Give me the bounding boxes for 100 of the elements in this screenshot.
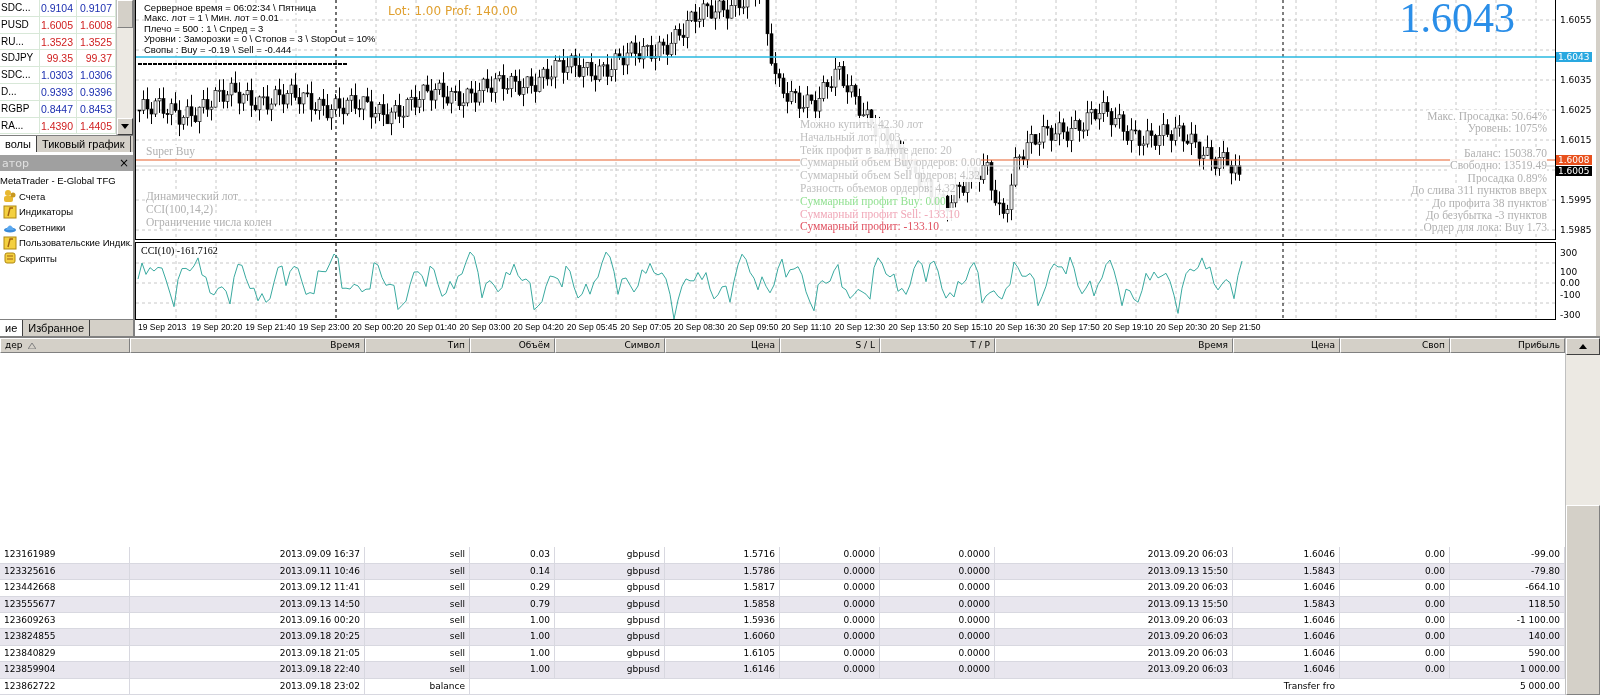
price-tag: 1.6005 [1556, 166, 1592, 176]
table-cell: 2013.09.20 06:03 [995, 580, 1233, 596]
table-cell: sell [365, 596, 470, 613]
bid-cell: 1.3523 [40, 33, 77, 50]
table-cell: 0.03 [470, 547, 555, 563]
time-label: 19 Sep 2013 [138, 321, 188, 334]
tab[interactable]: волы [0, 136, 37, 152]
table-cell: 123442668 [0, 580, 130, 596]
column-header[interactable]: Тип [365, 338, 470, 353]
table-cell: 2013.09.20 06:03 [995, 613, 1233, 629]
table-cell: 123824855 [0, 629, 130, 645]
tree-item[interactable]: Советники [19, 221, 66, 233]
table-cell: 0.00 [1340, 596, 1450, 613]
column-header[interactable]: Цена [665, 338, 780, 353]
time-label: 20 Sep 07:05 [620, 321, 672, 334]
table-cell-text: Transfer fro [1282, 679, 1336, 693]
table-cell: 1.6046 [1233, 662, 1340, 678]
tree-item[interactable]: Скрипты [19, 252, 57, 264]
tree-item[interactable]: Пользовательские Индик. [19, 237, 133, 249]
time-label: 20 Sep 04:20 [513, 321, 565, 334]
symbol-cell[interactable]: RGBP [0, 100, 40, 117]
table-cell: gbpusd [555, 596, 665, 613]
time-label: 20 Sep 16:30 [995, 321, 1048, 334]
table-cell: 1.5858 [665, 596, 780, 613]
info-text: Макс. лот = 1 \ Мин. лот = 0.01 [144, 13, 279, 24]
tree-item[interactable]: Индикаторы [19, 206, 73, 218]
column-header[interactable]: Своп [1340, 338, 1450, 353]
symbol-cell[interactable]: D... [0, 84, 40, 100]
column-header[interactable]: дер [0, 338, 130, 353]
table-cell: 0.0000 [880, 580, 995, 596]
table-cell: 1.6105 [665, 645, 780, 662]
column-header[interactable]: Символ [555, 338, 665, 353]
table-cell: 2013.09.09 16:37 [130, 547, 365, 563]
table-cell: 0.0000 [780, 547, 880, 563]
table-cell: 2013.09.16 00:20 [130, 613, 365, 629]
table-cell: gbpusd [555, 645, 665, 662]
table-cell: 0.0000 [880, 563, 995, 580]
price-label: 1.5985 [1560, 225, 1592, 235]
price-label: 1.6055 [1560, 15, 1592, 25]
table-cell: 2013.09.13 15:50 [995, 596, 1233, 613]
table-cell: 2013.09.20 06:03 [995, 645, 1233, 662]
table-cell: sell [365, 662, 470, 678]
symbol-cell[interactable]: PUSD [0, 16, 40, 33]
column-header[interactable]: Цена [1233, 338, 1340, 353]
column-header[interactable]: S / L [780, 338, 880, 353]
table-cell: sell [365, 613, 470, 629]
tab[interactable]: ие [0, 320, 24, 336]
table-cell: 0.0000 [780, 613, 880, 629]
table-cell: 0.00 [1340, 547, 1450, 563]
info-text: Плечо = 500 : 1 \ Спред = 3 [144, 23, 264, 35]
table-cell: 0.14 [470, 563, 555, 580]
table-cell: 1.6046 [1233, 629, 1340, 645]
indicator-label: 0.00 [1560, 278, 1581, 288]
bid-cell: 0.8447 [40, 100, 77, 117]
table-cell: sell [365, 580, 470, 596]
table-cell: sell [365, 645, 470, 662]
column-header[interactable]: Время [130, 338, 365, 353]
time-label: 20 Sep 01:40 [405, 321, 458, 334]
signal-text: Super Buy [146, 145, 195, 158]
setting-text: Ограничение числа колен [146, 215, 272, 229]
table-cell: 0.00 [1340, 613, 1450, 629]
table-cell: 1.00 [470, 629, 555, 645]
column-header[interactable]: Прибыль [1450, 338, 1565, 353]
symbol-cell[interactable]: RA... [0, 117, 40, 134]
table-cell: 1.00 [470, 662, 555, 678]
stat-text: Суммарный профит: -133.10 [800, 220, 940, 234]
table-cell: 0.0000 [880, 629, 995, 645]
close-button[interactable]: × [118, 157, 129, 169]
table-cell: 2013.09.20 06:03 [995, 629, 1233, 645]
info-text: Уровни : Заморозки = 0 \ Стопов = 3 \ StopOut = 10% [144, 34, 376, 45]
tree-item[interactable]: Счета [19, 190, 46, 202]
price-label: 1.6025 [1560, 105, 1592, 115]
symbol-cell[interactable]: SDJPY [0, 50, 40, 67]
indicator-label: 100 [1560, 267, 1578, 277]
table-cell: 1.5936 [665, 613, 780, 629]
symbol-cell[interactable]: RU... [0, 33, 40, 50]
table-cell: 0.0000 [780, 629, 880, 645]
symbol-cell[interactable]: SDC... [0, 67, 40, 84]
indicator-title: CCI(10) -161.7162 [141, 245, 218, 256]
table-cell: gbpusd [555, 580, 665, 596]
symbol-cell[interactable]: SDC... [0, 0, 40, 16]
time-label: 20 Sep 09:50 [727, 321, 780, 334]
table-cell: 0.0000 [780, 563, 880, 580]
account-text: Макс. Просадка: 50.64% [1427, 110, 1547, 123]
time-label: 20 Sep 11:10 [781, 321, 833, 334]
column-header[interactable]: Время [995, 338, 1233, 353]
column-header[interactable]: Объём [470, 338, 555, 353]
indicator-label: 300 [1560, 248, 1578, 258]
table-cell: 0.79 [470, 596, 555, 613]
table-cell: 2013.09.18 21:05 [130, 645, 365, 662]
account-text: Ордер для лока: Buy 1.73 [1423, 221, 1547, 234]
table-cell: 1.6046 [1233, 547, 1340, 563]
current-price: 1.6043 [1399, 0, 1515, 42]
time-label: 19 Sep 21:40 [245, 321, 297, 334]
bid-cell: 1.6005 [40, 16, 77, 33]
tree-item[interactable]: MetaTrader - E-Global TFG [0, 173, 133, 189]
column-header[interactable]: T / P [880, 338, 995, 353]
bid-cell: 0.9104 [40, 0, 77, 16]
table-cell: 1.00 [470, 645, 555, 662]
account-text: Уровень: 1075% [1467, 122, 1547, 135]
